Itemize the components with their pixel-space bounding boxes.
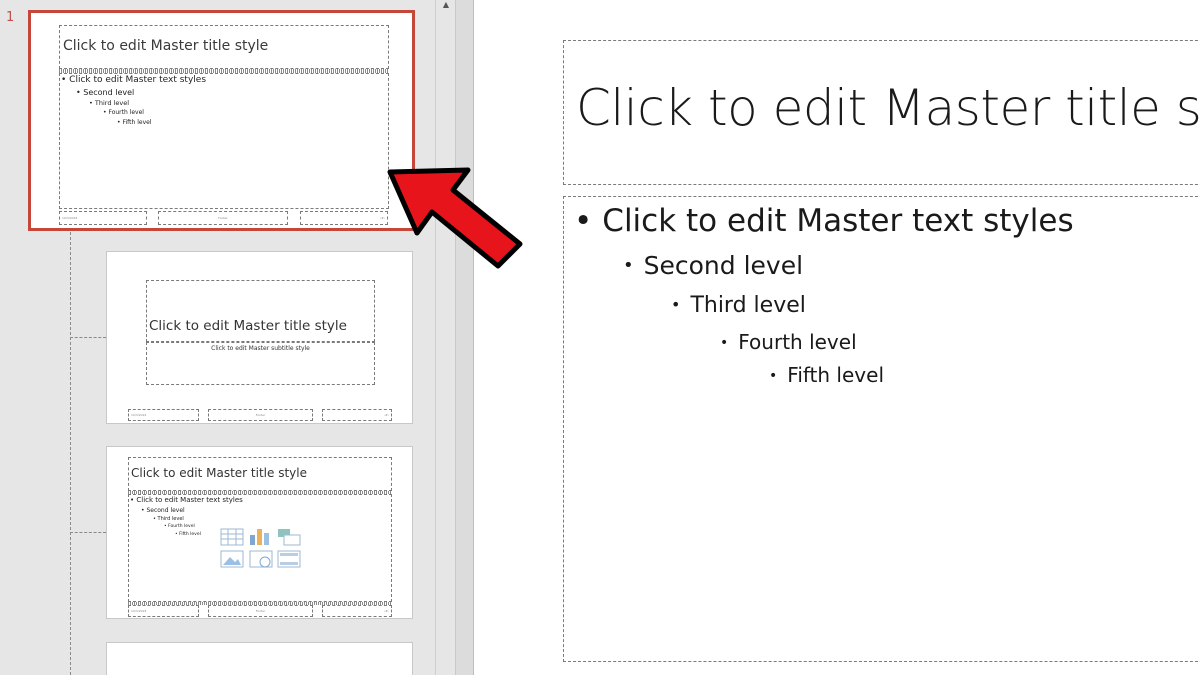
date-placeholder: 10/3/2024	[59, 211, 147, 225]
title-text[interactable]: Click to edit Master title style	[576, 79, 1200, 137]
text-level-1-label: Click to edit Master text styles	[602, 203, 1074, 239]
table-icon	[220, 528, 244, 546]
master-title-placeholder: Click to edit Master title style	[59, 25, 389, 69]
date-placeholder: 10/3/2024	[128, 409, 199, 421]
master-text-placeholder: Click to edit Master text styles Second …	[59, 73, 389, 209]
title-slide-layout-thumbnail[interactable]: Click to edit Master title style Click t…	[106, 251, 413, 424]
text-level-1[interactable]: • Click to edit Master text styles	[574, 203, 1074, 239]
content-insert-icons	[220, 528, 301, 568]
title-placeholder[interactable]: Click to edit Master title style	[563, 40, 1200, 185]
text-level-2-label: Second level	[643, 251, 804, 280]
next-layout-thumbnail[interactable]	[106, 642, 413, 675]
text-level-4-label: Fourth level	[738, 330, 857, 354]
text-level-5[interactable]: • Fifth level	[769, 363, 884, 387]
footer-placeholder: Footer	[208, 409, 313, 421]
slide-number-placeholder: ‹#›	[300, 211, 388, 225]
date-placeholder: 10/3/2024	[128, 605, 199, 617]
layout-title-placeholder: Click to edit Master title style	[128, 457, 392, 491]
layout-title-text: Click to edit Master title style	[149, 318, 347, 334]
layout-level-5: Fifth level	[175, 532, 201, 537]
footer-placeholder: Footer	[158, 211, 288, 225]
layout-level-3: Third level	[153, 516, 184, 522]
text-level-4[interactable]: • Fourth level	[720, 330, 857, 354]
master-title-text: Click to edit Master title style	[63, 38, 269, 54]
title-content-layout-thumbnail[interactable]: Click to edit Master title style Click t…	[106, 446, 413, 619]
master-level-3: Third level	[89, 99, 129, 107]
layout-title-placeholder: Click to edit Master title style	[146, 280, 375, 342]
video-icon	[277, 550, 301, 568]
online-picture-icon	[249, 550, 273, 568]
picture-icon	[220, 550, 244, 568]
smartart-icon	[278, 529, 301, 546]
layout-title-text: Click to edit Master title style	[131, 466, 307, 480]
layout-content-placeholder: Click to edit Master text styles Second …	[128, 494, 392, 602]
pane-splitter[interactable]	[455, 0, 473, 675]
slide-number: 1	[6, 10, 15, 25]
master-level-4: Fourth level	[103, 109, 144, 116]
slide-master-thumbnail[interactable]: Click to edit Master title style Click t…	[28, 10, 415, 231]
master-level-5: Fifth level	[117, 119, 151, 126]
chart-icon	[250, 529, 269, 545]
scroll-up-icon[interactable]: ▲	[440, 0, 452, 10]
subtitle-placeholder: Click to edit Master subtitle style	[146, 342, 375, 385]
layout-tree-branch	[70, 337, 106, 338]
layout-tree-line	[70, 232, 71, 675]
master-level-2: Second level	[76, 88, 134, 97]
slide-thumbnail-pane: 1 Click to edit Master title style Click…	[0, 0, 435, 675]
layout-level-1: Click to edit Master text styles	[130, 496, 242, 504]
slide-number-placeholder: ‹#›	[322, 409, 392, 421]
thumbnail-scrollbar[interactable]: ▲	[435, 0, 455, 675]
subtitle-text: Click to edit Master subtitle style	[211, 345, 310, 352]
footer-placeholder: Footer	[208, 605, 313, 617]
master-level-1: Click to edit Master text styles	[61, 75, 206, 85]
text-level-2[interactable]: • Second level	[623, 251, 803, 280]
text-placeholder[interactable]: • Click to edit Master text styles • Secon…	[563, 196, 1200, 662]
red-arrow-icon	[387, 167, 523, 269]
layout-tree-branch	[70, 532, 106, 533]
slide-number-placeholder: ‹#›	[322, 605, 392, 617]
layout-level-2: Second level	[141, 507, 184, 514]
text-level-3[interactable]: • Third level	[671, 293, 806, 318]
text-level-3-label: Third level	[690, 293, 806, 318]
text-level-5-label: Fifth level	[787, 363, 884, 387]
layout-level-4: Fourth level	[164, 524, 195, 529]
slide-editing-canvas[interactable]: Click to edit Master title style •Click …	[473, 0, 1200, 675]
